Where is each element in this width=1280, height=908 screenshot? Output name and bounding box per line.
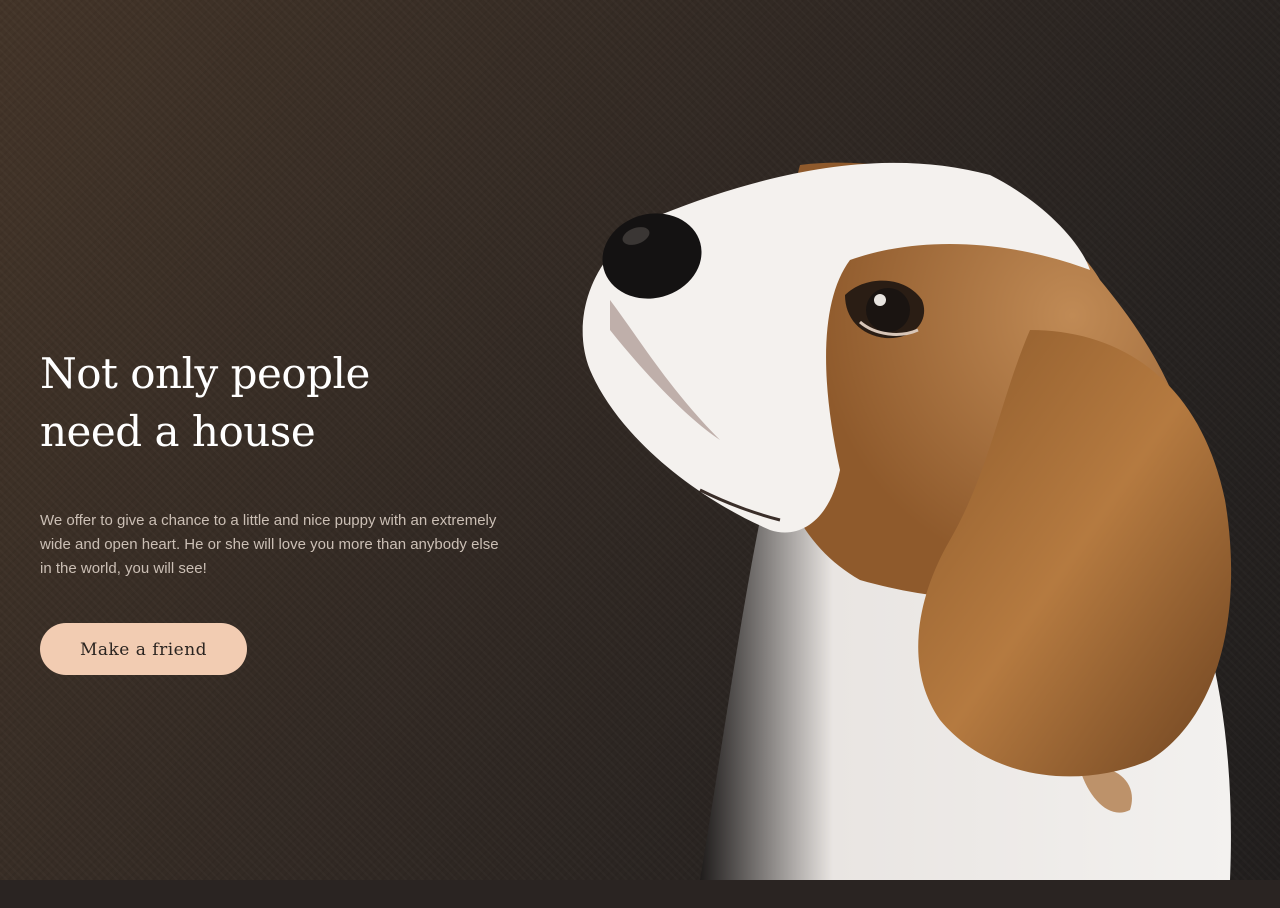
puppy-eye-icon	[866, 288, 910, 332]
beagle-puppy-image	[0, 162, 1280, 908]
